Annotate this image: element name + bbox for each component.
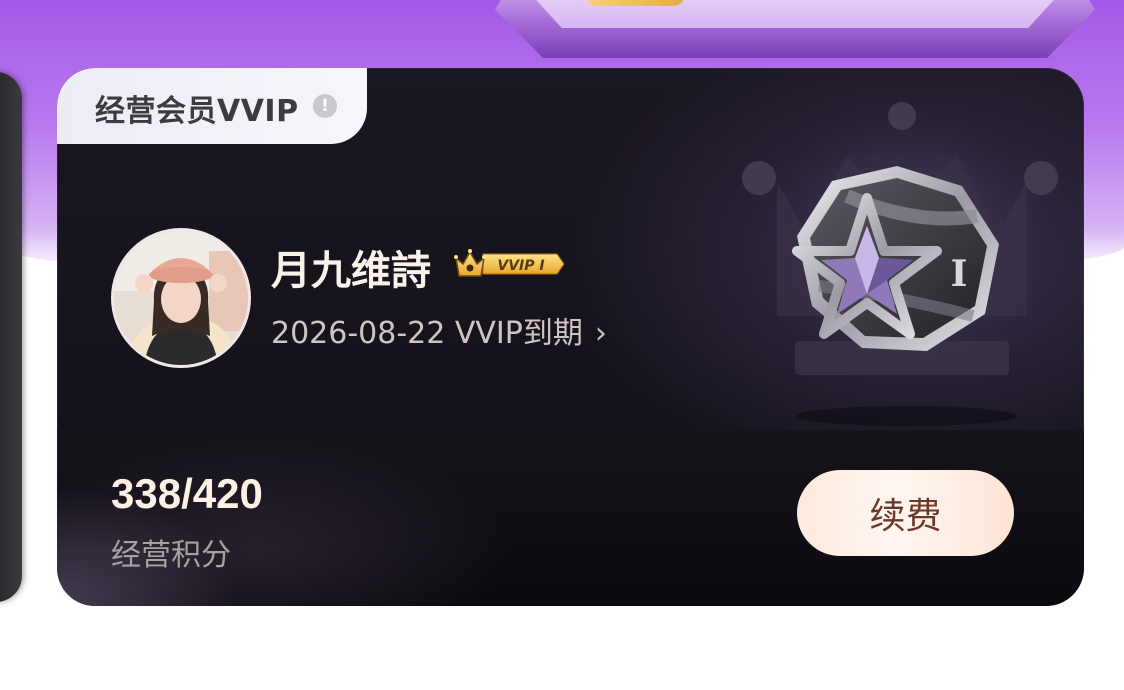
vvip-membership-card: 经营会员VVIP ! 月九维詩 VVIP I 2026-08-22 VVIP到期… (57, 68, 1084, 606)
crown-icon (454, 249, 486, 277)
vvip-expiry-link[interactable]: 2026-08-22 VVIP到期 › (271, 308, 607, 352)
business-score-label: 经营积分 (111, 538, 231, 573)
renew-button[interactable]: 续费 (797, 470, 1014, 556)
membership-tag: 经营会员VVIP ! (57, 68, 367, 144)
vvip-expiry-text: 2026-08-22 VVIP到期 (271, 316, 583, 351)
medal-level-text: I (951, 253, 968, 295)
hexagon-gold-accent (585, 0, 685, 6)
vvip-level-badge: VVIP I (454, 249, 565, 277)
user-name: 月九维詩 (271, 248, 431, 294)
info-icon[interactable]: ! (313, 94, 337, 118)
vvip-badge-text: VVIP I (497, 258, 544, 274)
membership-tag-label: 经营会员VVIP (95, 94, 299, 129)
avatar[interactable] (111, 228, 251, 368)
avatar-image (114, 231, 248, 365)
star-medal-icon: I (742, 86, 1062, 426)
previous-membership-card[interactable] (0, 72, 22, 602)
chevron-right-icon: › (594, 316, 607, 351)
business-score-value: 338/420 (111, 470, 263, 517)
